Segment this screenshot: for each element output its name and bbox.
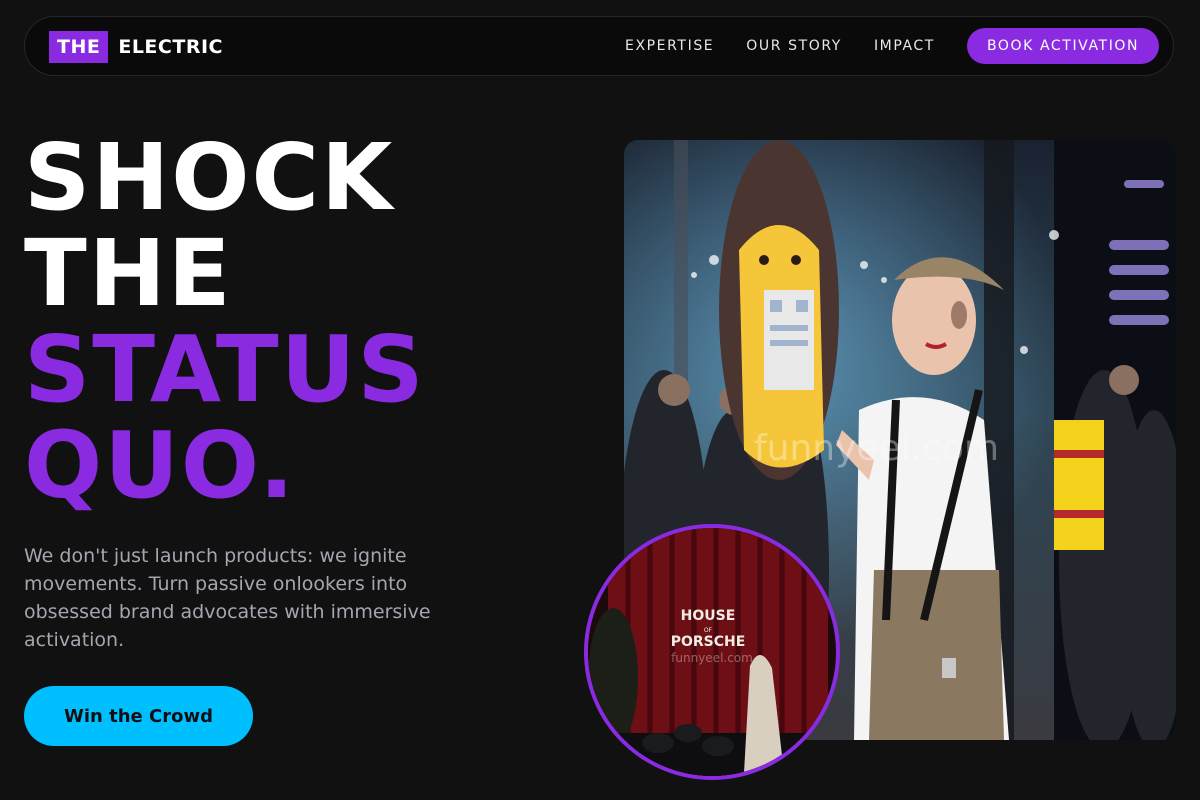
hero-subheading: We don't just launch products: we ignite… bbox=[24, 545, 431, 651]
headline-line-3: STATUS bbox=[24, 316, 426, 423]
event-sign-line-2: OF bbox=[704, 627, 713, 634]
top-navigation: THE ELECTRIC EXPERTISE OUR STORY IMPACT … bbox=[24, 16, 1174, 76]
logo-wordmark: ELECTRIC bbox=[118, 36, 223, 58]
event-photo-illustration: HOUSE OF PORSCHE funnyeel.com bbox=[588, 528, 836, 776]
brand-logo[interactable]: THE ELECTRIC bbox=[49, 31, 223, 63]
headline-line-1: SHOCK bbox=[24, 124, 395, 231]
logo-box-text: THE bbox=[49, 31, 109, 63]
main-photo-watermark: funnyeel.com bbox=[754, 428, 999, 469]
headline-line-2: THE bbox=[24, 220, 233, 327]
win-the-crowd-button[interactable]: Win the Crowd bbox=[24, 686, 253, 746]
event-sign-line-1: HOUSE bbox=[681, 608, 736, 624]
nav-link-expertise[interactable]: EXPERTISE bbox=[625, 38, 714, 54]
nav-link-impact[interactable]: IMPACT bbox=[874, 38, 935, 54]
nav-link-our-story[interactable]: OUR STORY bbox=[746, 38, 842, 54]
event-sign-line-3: PORSCHE bbox=[671, 634, 746, 650]
event-photo-watermark: funnyeel.com bbox=[671, 651, 753, 665]
book-activation-button[interactable]: BOOK ACTIVATION bbox=[966, 28, 1160, 64]
landing-page: THE ELECTRIC EXPERTISE OUR STORY IMPACT … bbox=[0, 0, 1200, 800]
headline-line-4: QUO. bbox=[24, 412, 297, 519]
event-photo-circle: HOUSE OF PORSCHE funnyeel.com bbox=[584, 524, 840, 780]
nav-links: EXPERTISE OUR STORY IMPACT BOOK ACTIVATI… bbox=[625, 17, 1160, 75]
hero-headline: SHOCK THE STATUS QUO. bbox=[24, 130, 426, 514]
